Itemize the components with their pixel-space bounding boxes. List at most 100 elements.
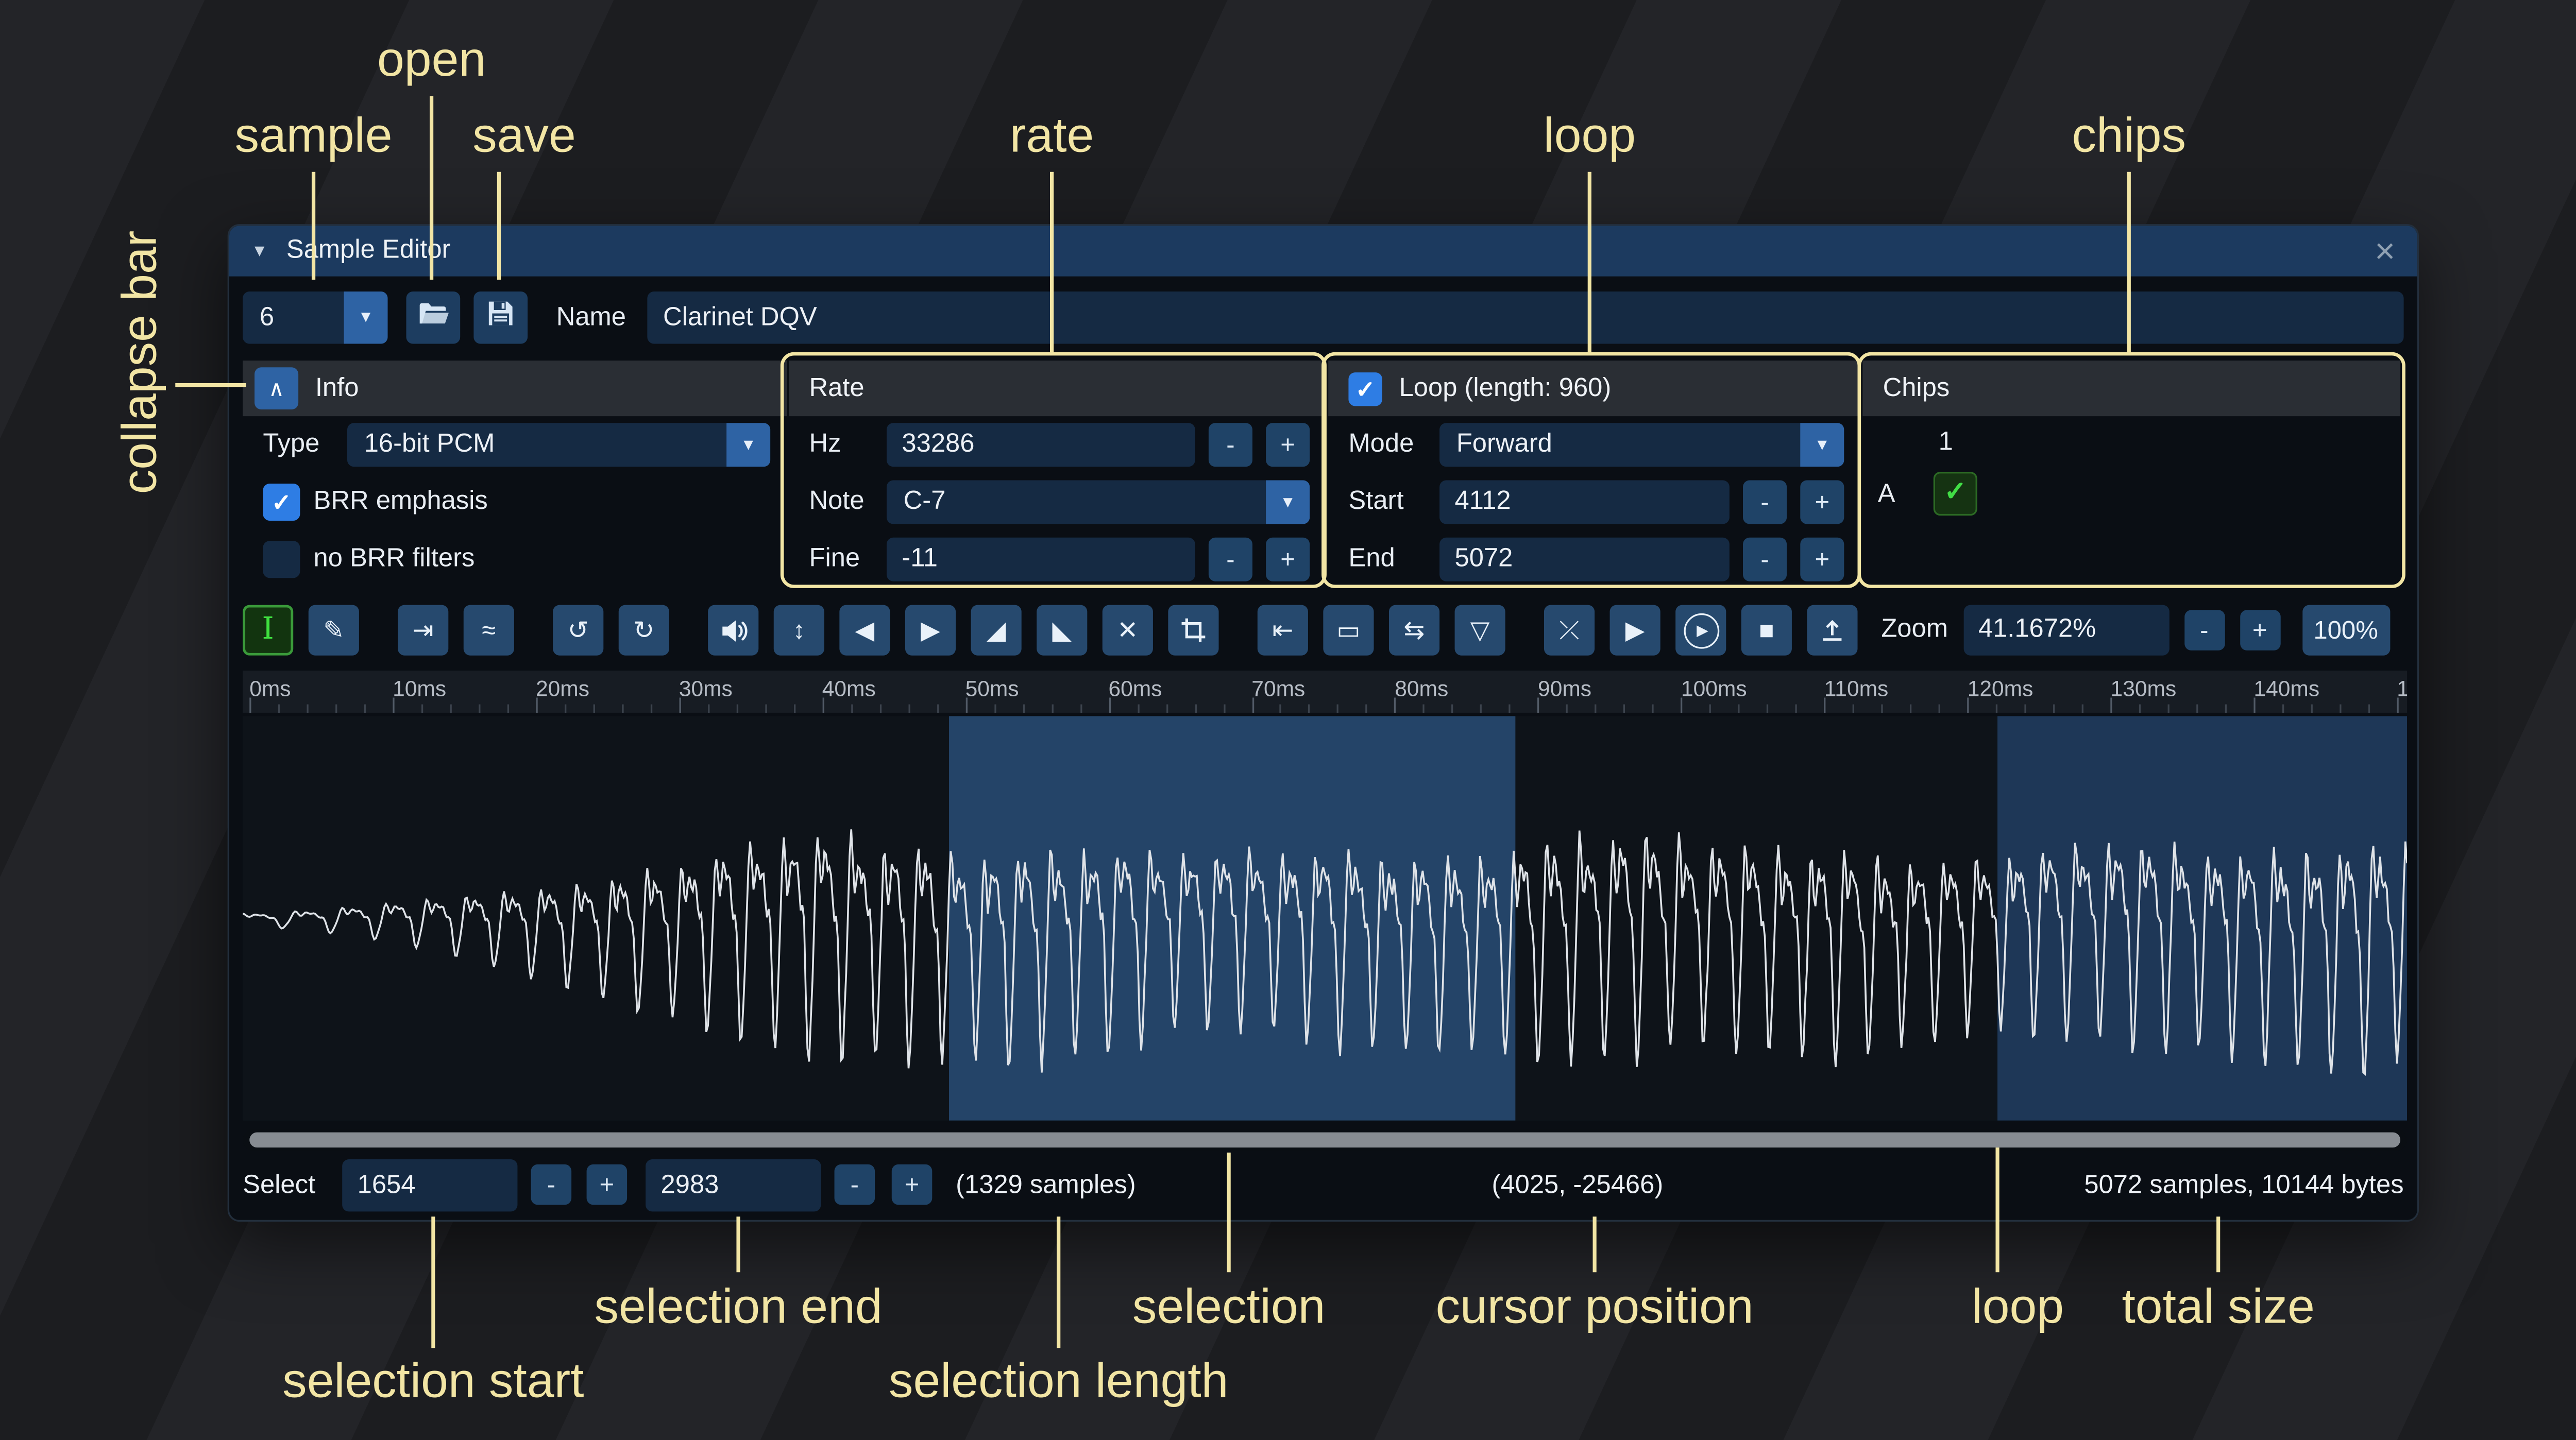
ruler-tick [1452,705,1453,713]
ruler-tick [2368,705,2370,713]
loop-start-decrease-button[interactable]: - [1743,480,1787,524]
horizontal-scrollbar[interactable] [243,1129,2407,1151]
selection-end-increase-button[interactable]: + [892,1164,933,1205]
zoom-out-button[interactable]: - [2184,610,2225,650]
fine-input[interactable]: -11 [887,538,1195,581]
hz-input[interactable]: 33286 [887,423,1195,467]
scrollbar-thumb[interactable] [249,1133,2400,1147]
select-mode-button[interactable]: I [243,605,293,656]
type-row: Type 16-bit PCM ▼ [243,416,787,473]
undo-button[interactable]: ↺ [553,605,603,656]
insert-silence-button[interactable]: ⇤ [1258,605,1308,656]
resample-button[interactable]: ≈ [464,605,514,656]
fade-in-button[interactable]: ◢ [971,605,1022,656]
loop-mode-select[interactable]: Forward ▼ [1439,423,1844,467]
toolbar-icons: I ✎ ⇥ ≈ ↺ ↻ ↕ ◀ ▶ ◢ ◣ ✕ ⇤ ▭ ⇆ ▽ ⤫ ▶ ▶ ■ [243,605,1857,656]
fine-decrease-button[interactable]: - [1209,538,1252,581]
chip-enabled-checkbox[interactable]: ✓ [1934,472,1977,516]
titlebar[interactable]: ▼ Sample Editor × [229,226,2417,276]
loop-start-input[interactable]: 4112 [1439,480,1730,524]
loop-checkbox[interactable]: ✓ [1348,371,1382,405]
loop-start-row: Start 4112 - + [1328,473,1861,530]
waveform-display[interactable] [243,716,2407,1121]
fine-increase-button[interactable]: + [1266,538,1310,581]
selection-end-decrease-button[interactable]: - [835,1164,875,1205]
ruler-tick [1652,705,1654,713]
ruler-tick [2311,705,2313,713]
trim-button[interactable] [1168,605,1218,656]
ruler-tick [1939,705,1940,713]
crossfade-button[interactable]: ⇆ [1389,605,1439,656]
annotation-open: open [377,33,486,89]
selection-start-decrease-button[interactable]: - [531,1164,572,1205]
zoom-in-button[interactable]: + [2240,610,2280,650]
loop-start-increase-button[interactable]: + [1800,480,1844,524]
waveform-svg [243,716,2407,1121]
check-icon: ✓ [1355,376,1375,400]
play-button[interactable]: ▶ [1675,605,1726,656]
loop-end-input[interactable]: 5072 [1439,538,1730,581]
redo-button[interactable]: ↻ [619,605,669,656]
chevron-up-icon: ∧ [268,375,284,402]
open-button[interactable] [406,292,461,344]
ruler-tick [1166,705,1167,713]
info-collapse-button[interactable]: ∧ [255,367,298,409]
window-collapse-icon[interactable]: ▼ [251,242,267,261]
export-button[interactable] [1807,605,1857,656]
annotation-selection-start: selection start [282,1355,584,1411]
save-button[interactable] [473,292,528,344]
loop-end-decrease-button[interactable]: - [1743,538,1787,581]
ruler-label: 140ms [2253,676,2319,701]
zoom-reset-button[interactable]: 100% [2302,605,2389,656]
save-icon [487,300,514,335]
brr-emphasis-row: ✓ BRR emphasis [243,473,787,530]
fade-out-button[interactable]: ◣ [1037,605,1087,656]
apply-silence-button[interactable]: ▭ [1323,605,1374,656]
rate-panel: Rate Hz 33286 - + Note C-7 ▼ Fine [789,361,1327,588]
filter-button[interactable]: ▽ [1455,605,1505,656]
delete-button[interactable]: ✕ [1103,605,1153,656]
draw-mode-button[interactable]: ✎ [309,605,359,656]
stop-button[interactable]: ■ [1741,605,1792,656]
invert-button[interactable]: ▶ [905,605,956,656]
timeline-ruler[interactable]: 0ms10ms20ms30ms40ms50ms60ms70ms80ms90ms1… [243,671,2407,713]
amplify-button[interactable] [708,605,758,656]
loop-end-row: End 5072 - + [1328,531,1861,588]
preview-button[interactable]: ▶ [1610,605,1660,656]
type-select[interactable]: 16-bit PCM ▼ [347,423,770,467]
chevron-down-icon[interactable]: ▼ [1266,480,1310,524]
loop-end-increase-button[interactable]: + [1800,538,1844,581]
selection-start-input[interactable]: 1654 [342,1159,517,1211]
ruler-tick [2196,705,2198,713]
selection-end-input[interactable]: 2983 [646,1159,821,1211]
open-folder-icon [417,301,449,334]
annotation-rate: rate [1010,110,1094,165]
hz-decrease-button[interactable]: - [1209,423,1252,467]
ruler-tick [1223,705,1225,713]
rate-title: Rate [809,373,864,404]
sample-number-select[interactable]: 6 ▼ [243,292,387,344]
ruler-tick [2111,698,2112,713]
reverse-button[interactable]: ◀ [839,605,890,656]
note-select[interactable]: C-7 ▼ [887,480,1310,524]
check-icon: ✓ [272,490,291,514]
ruler-tick [2053,705,2055,713]
ruler-tick [1337,705,1339,713]
resize-button[interactable]: ⇥ [398,605,448,656]
crossfade-loop-button[interactable]: ⤫ [1544,605,1595,656]
name-input[interactable]: Clarinet DQV [648,292,2404,344]
ruler-tick [1738,705,1740,713]
zoom-input[interactable]: 41.1672% [1963,605,2168,656]
no-brr-filters-checkbox[interactable] [263,541,300,578]
close-icon[interactable]: × [2375,233,2395,269]
chevron-down-icon[interactable]: ▼ [344,292,387,344]
hz-increase-button[interactable]: + [1266,423,1310,467]
chips-title: Chips [1883,373,1950,404]
selection-start-increase-button[interactable]: + [587,1164,628,1205]
ruler-label: 60ms [1108,676,1162,701]
normalize-button[interactable]: ↕ [774,605,824,656]
chevron-down-icon[interactable]: ▼ [1800,423,1844,467]
brr-emphasis-checkbox[interactable]: ✓ [263,484,300,521]
normalize-icon: ↕ [793,618,806,643]
chevron-down-icon[interactable]: ▼ [726,423,770,467]
